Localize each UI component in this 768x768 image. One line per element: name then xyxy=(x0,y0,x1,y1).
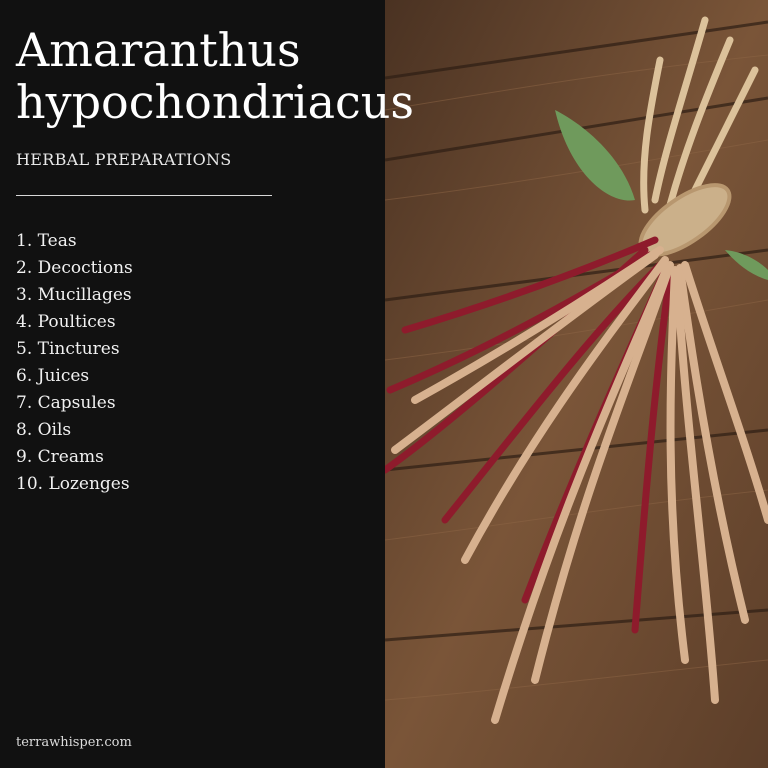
divider xyxy=(16,195,272,196)
preparations-list: 1. Teas 2. Decoctions 3. Mucillages 4. P… xyxy=(16,228,133,498)
list-item: 1. Teas xyxy=(16,231,77,251)
text-panel: Amaranthus hypochondriacus HERBAL PREPAR… xyxy=(0,0,414,768)
list-item: 6. Juices xyxy=(16,366,90,386)
list-item: 5. Tinctures xyxy=(16,339,120,359)
list-item: 8. Oils xyxy=(16,420,72,440)
list-item: 7. Capsules xyxy=(16,393,116,413)
list-item: 10. Lozenges xyxy=(16,474,130,494)
amaranth-photo xyxy=(385,0,768,768)
amaranth-illustration xyxy=(385,0,768,768)
list-item: 3. Mucillages xyxy=(16,285,132,305)
site-url: terrawhisper.com xyxy=(16,735,132,750)
page-title: Amaranthus hypochondriacus xyxy=(16,24,414,128)
list-item: 2. Decoctions xyxy=(16,258,133,278)
section-subtitle: HERBAL PREPARATIONS xyxy=(16,150,232,169)
title-line-1: Amaranthus xyxy=(16,23,301,77)
list-item: 4. Poultices xyxy=(16,312,116,332)
list-item: 9. Creams xyxy=(16,447,104,467)
title-line-2: hypochondriacus xyxy=(16,75,415,129)
